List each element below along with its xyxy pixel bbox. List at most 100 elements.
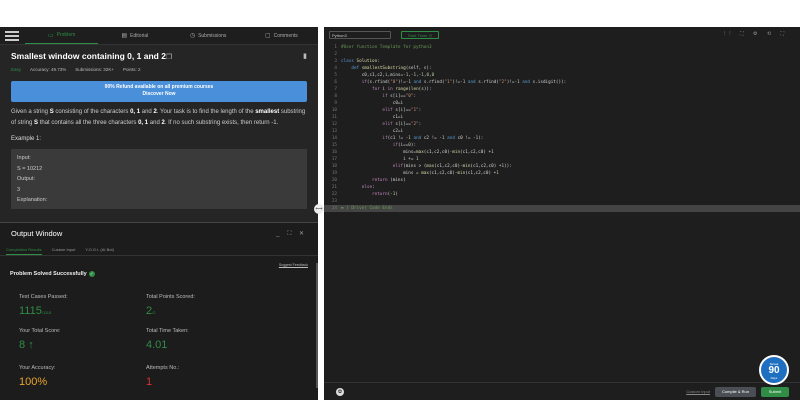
code-line[interactable]: 17 i += 1 <box>324 156 800 163</box>
code-line[interactable]: 14 if(c1 != -1 and c2 != -1 and c0 != -1… <box>324 135 800 142</box>
code-line[interactable]: 22 return(-1) <box>324 191 800 198</box>
code-text[interactable]: if(i==0): <box>341 143 416 148</box>
attempts-stat: Attempts No.: 1 <box>146 365 179 388</box>
refund-banner[interactable]: 90% Refund available on all premium cour… <box>11 81 307 102</box>
code-line[interactable]: 19 mins = max(c1,c2,c0)-min(c1,c2,c0) +1 <box>324 170 800 177</box>
code-line[interactable]: 11 c1=i <box>324 114 800 121</box>
code-text[interactable]: else: <box>341 185 375 190</box>
code-line[interactable]: 3 class Solution: <box>324 58 800 65</box>
tab-comments[interactable]: ▢ Comments <box>245 27 318 44</box>
window-controls[interactable]: _ ⛶ ✕ <box>276 230 307 238</box>
line-number: 11 <box>331 115 337 120</box>
line-number: 19 <box>331 171 337 176</box>
example-output: 3 <box>17 186 21 193</box>
code-text[interactable]: def smallestSubstring(self, s): <box>341 66 431 71</box>
code-text[interactable]: elif(mins > (max(c1,c2,c0)-min(c1,c2,c0)… <box>341 164 512 169</box>
compile-run-button[interactable]: Compile & Run <box>715 386 756 397</box>
discover-now-link[interactable]: Discover Now <box>11 91 307 98</box>
example-input: S = 10212 <box>17 165 43 172</box>
line-number: 6 <box>334 80 337 85</box>
language-select[interactable]: Python3 <box>329 30 391 39</box>
line-number: 15 <box>331 143 337 148</box>
code-text[interactable]: c0,c1,c2,i,mins=-1,-1,-1,0,0 <box>341 73 435 78</box>
example-explanation-label: Explanation: <box>17 197 48 203</box>
tab-editorial[interactable]: ▤ Editorial <box>98 27 171 44</box>
problem-icon: ▭ <box>47 32 54 39</box>
code-line[interactable]: 2 <box>324 51 800 58</box>
points-scored-stat: Total Points Scored: 2/2 <box>146 294 195 317</box>
code-text[interactable]: c0=i <box>341 101 403 106</box>
custom-input-link[interactable]: Custom Input <box>686 389 710 394</box>
tab-label: Problem <box>56 32 76 38</box>
editor-tool-icons[interactable]: ⁝⁝ ⛶ ⚙ ⟲ ⛶ <box>724 31 788 37</box>
code-line[interactable]: 18 elif(mins > (max(c1,c2,c0)-min(c1,c2,… <box>324 163 800 170</box>
code-line[interactable]: 13 c2=i <box>324 128 800 135</box>
code-text[interactable]: return(-1) <box>341 192 398 197</box>
desc-bold: smallest <box>255 109 280 115</box>
code-text[interactable]: ▬ } Driver Code Ends <box>341 206 393 211</box>
line-number: 5 <box>334 73 337 78</box>
code-line[interactable]: 7 for i in range(len(s)): <box>324 86 800 93</box>
example-output-label: Output: <box>17 176 36 182</box>
streak-badge[interactable]: Streak 90 Days <box>759 355 789 385</box>
tab-custom-input[interactable]: Custom Input <box>52 247 76 255</box>
code-line[interactable]: 20 return (mins) <box>324 177 800 184</box>
code-text[interactable]: mins=max(c1,c2,c0)-min(c1,c2,c0) +1 <box>341 150 494 155</box>
code-line[interactable]: 10 elif s[i]=="1": <box>324 107 800 114</box>
code-text[interactable]: c2=i <box>341 129 403 134</box>
code-text[interactable]: #User function Template for python3 <box>341 45 432 50</box>
suggest-feedback-link[interactable]: Suggest Feedback <box>279 263 308 267</box>
code-text[interactable]: class Solution: <box>341 59 380 64</box>
panel-resize-handle[interactable]: ⟺ <box>314 204 324 214</box>
code-line[interactable]: 6 if(s.rfind("0")!=-1 and s.rfind("1")!=… <box>324 79 800 86</box>
code-line[interactable]: 1 #User function Template for python3 <box>324 44 800 51</box>
code-text[interactable]: c1=i <box>341 115 403 120</box>
problem-tabs: ▭ Problem ▤ Editorial ◷ Submissions ▢ Commen… <box>0 27 318 45</box>
code-editor[interactable]: 1 #User function Template for python3 2 3 cl… <box>324 42 800 382</box>
code-line[interactable]: 5 c0,c1,c2,i,mins=-1,-1,-1,0,0 <box>324 72 800 79</box>
points-total: /2 <box>152 310 156 315</box>
line-number: 4 <box>334 66 337 71</box>
code-line[interactable]: 24 ▬ } Driver Code Ends <box>324 205 800 212</box>
output-scrollbar[interactable] <box>316 263 318 388</box>
code-line[interactable]: 23 <box>324 198 800 205</box>
badge-bottom: Days <box>770 376 778 380</box>
code-text[interactable]: if(s.rfind("0")!=-1 and s.rfind("1")!=-1… <box>341 80 567 85</box>
tab-label: Comments <box>273 32 298 39</box>
code-text[interactable]: if s[i]=="0": <box>341 94 416 99</box>
code-text[interactable]: return (mins) <box>341 178 406 183</box>
code-editor-panel: Python3 Start Timer ◷ ⁝⁝ ⛶ ⚙ ⟲ ⛶ 1 #User … <box>324 27 800 400</box>
tab-problem[interactable]: ▭ Problem <box>25 27 99 44</box>
tab-submissions[interactable]: ◷ Submissions <box>172 27 245 44</box>
code-text[interactable]: if(c1 != -1 and c2 != -1 and c0 != -1): <box>341 136 483 141</box>
code-line[interactable]: 9 c0=i <box>324 100 800 107</box>
bookmark-icon[interactable]: ▮ <box>303 52 307 60</box>
submit-button[interactable]: Submit <box>761 386 789 397</box>
start-timer-button[interactable]: Start Timer ◷ <box>401 30 439 39</box>
settings-icon[interactable]: ✿ <box>336 387 344 396</box>
stat-label: Your Total Score: <box>19 328 61 334</box>
score-value: 8 <box>19 339 26 351</box>
code-line[interactable]: 15 if(i==0): <box>324 142 800 149</box>
line-number: 14 <box>331 136 337 141</box>
editorial-icon: ▤ <box>121 33 128 39</box>
code-text[interactable]: elif s[i]=="2": <box>341 122 421 127</box>
desc-text: . If no such substring exists, then retu… <box>164 120 279 126</box>
code-line[interactable]: 12 elif s[i]=="2": <box>324 121 800 128</box>
tab-yogi-bot[interactable]: Y.O.G.I. (AI Bot) <box>85 247 114 255</box>
example-box: Input: S = 10212 Output: 3 Explanation: <box>11 149 307 209</box>
code-text[interactable]: elif s[i]=="1": <box>341 108 421 113</box>
code-line[interactable]: 16 mins=max(c1,c2,c0)-min(c1,c2,c0) +1 <box>324 149 800 156</box>
code-text[interactable]: for i in range(len(s)): <box>341 87 432 92</box>
menu-icon[interactable] <box>5 30 19 41</box>
copy-icon[interactable]: ❐ <box>166 54 172 61</box>
stat-label: Your Accuracy: <box>19 365 56 371</box>
code-line[interactable]: 21 else: <box>324 184 800 191</box>
tab-compilation-results[interactable]: Compilation Results <box>6 247 42 255</box>
code-line[interactable]: 8 if s[i]=="0": <box>324 93 800 100</box>
points-stat: Points: 2 <box>122 67 141 72</box>
desc-text: Given a string <box>11 109 50 115</box>
code-text[interactable]: mins = max(c1,c2,c0)-min(c1,c2,c0) +1 <box>341 171 499 176</box>
code-line[interactable]: 4 def smallestSubstring(self, s): <box>324 65 800 72</box>
code-text[interactable]: i += 1 <box>341 157 419 162</box>
